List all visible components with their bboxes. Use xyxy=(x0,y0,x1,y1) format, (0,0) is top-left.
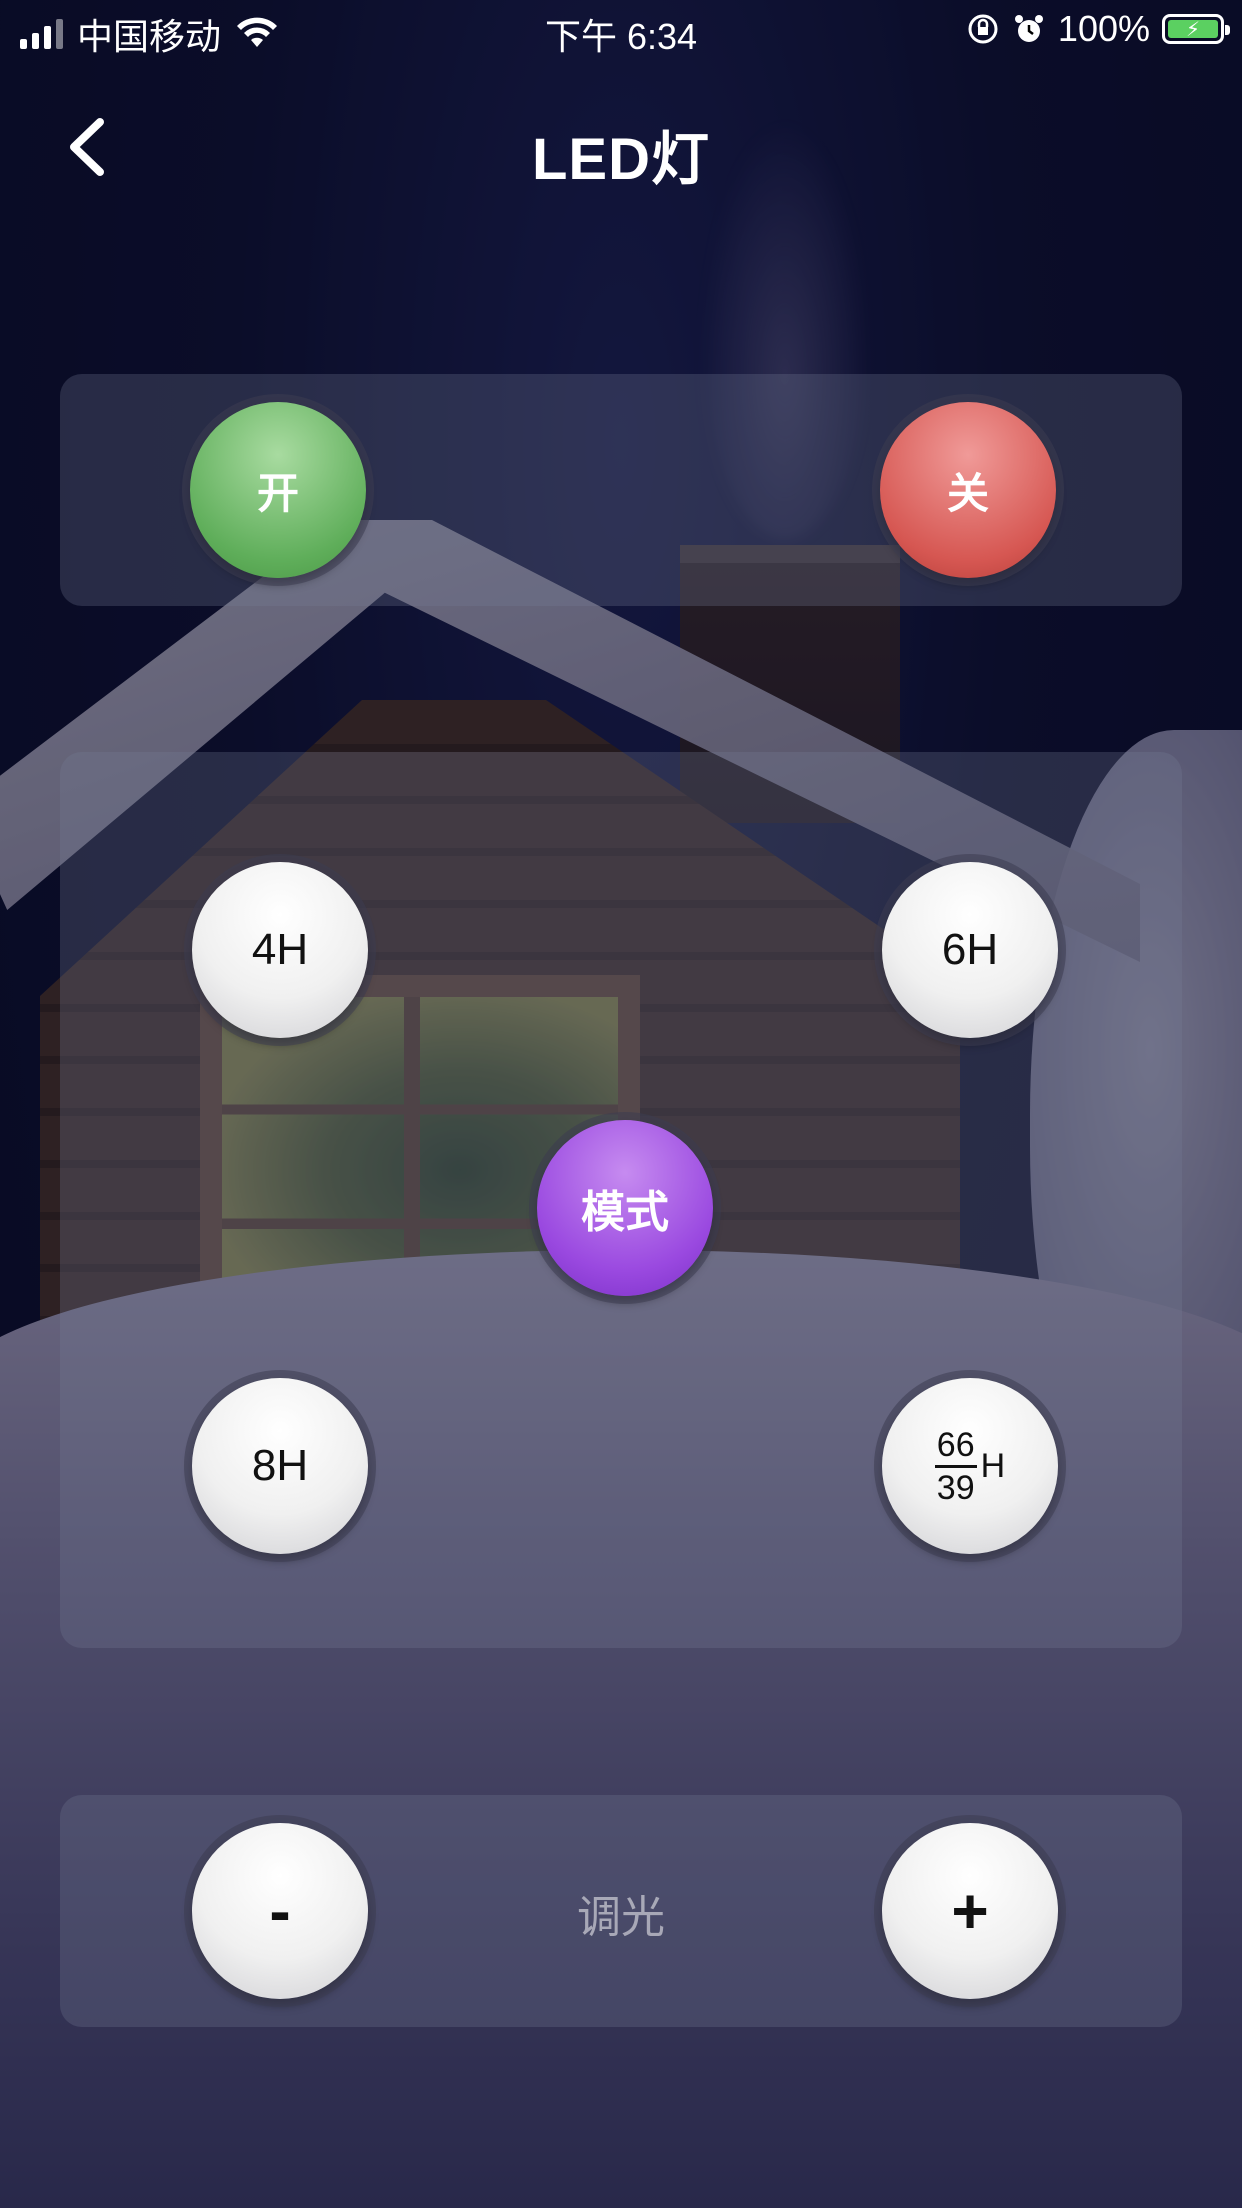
battery-icon: ⚡ xyxy=(1162,14,1230,44)
status-bar: 中国移动 下午 6:34 100% ⚡ xyxy=(0,0,1242,60)
orientation-lock-icon xyxy=(968,14,998,44)
mode-button[interactable]: 模式 xyxy=(537,1120,713,1296)
timer-6h-label: 6H xyxy=(941,925,999,974)
battery-percent: 100% xyxy=(1057,8,1150,49)
dim-plus-button[interactable]: + xyxy=(882,1823,1058,1999)
timer-8h-button[interactable]: 8H xyxy=(192,1378,368,1554)
power-off-label: 关 xyxy=(946,469,989,517)
nav-bar: LED灯 xyxy=(0,100,1242,192)
dimmer-panel: - 调光 + xyxy=(60,1795,1182,2027)
timer-custom-button[interactable]: 66 39 H xyxy=(882,1378,1058,1554)
timer-4h-button[interactable]: 4H xyxy=(192,862,368,1038)
power-on-label: 开 xyxy=(256,469,299,517)
power-panel: 开 关 xyxy=(60,374,1182,606)
page-title: LED灯 xyxy=(531,127,710,192)
timer-panel: 4H 6H 模式 8H 66 39 H xyxy=(60,752,1182,1648)
power-on-button[interactable]: 开 xyxy=(190,402,366,578)
timer-6h-button[interactable]: 6H xyxy=(882,862,1058,1038)
power-off-button[interactable]: 关 xyxy=(880,402,1056,578)
mode-label: 模式 xyxy=(581,1188,669,1237)
timer-custom-unit: H xyxy=(980,1446,1006,1485)
timer-custom-numerator: 66 xyxy=(934,1428,977,1468)
timer-custom-label: 66 39 H xyxy=(934,1428,1006,1507)
timer-8h-label: 8H xyxy=(251,1441,309,1490)
alarm-icon xyxy=(1014,15,1043,42)
timer-4h-label: 4H xyxy=(251,925,309,974)
timer-custom-denominator: 39 xyxy=(936,1468,975,1507)
dim-plus-label: + xyxy=(951,1875,989,1947)
